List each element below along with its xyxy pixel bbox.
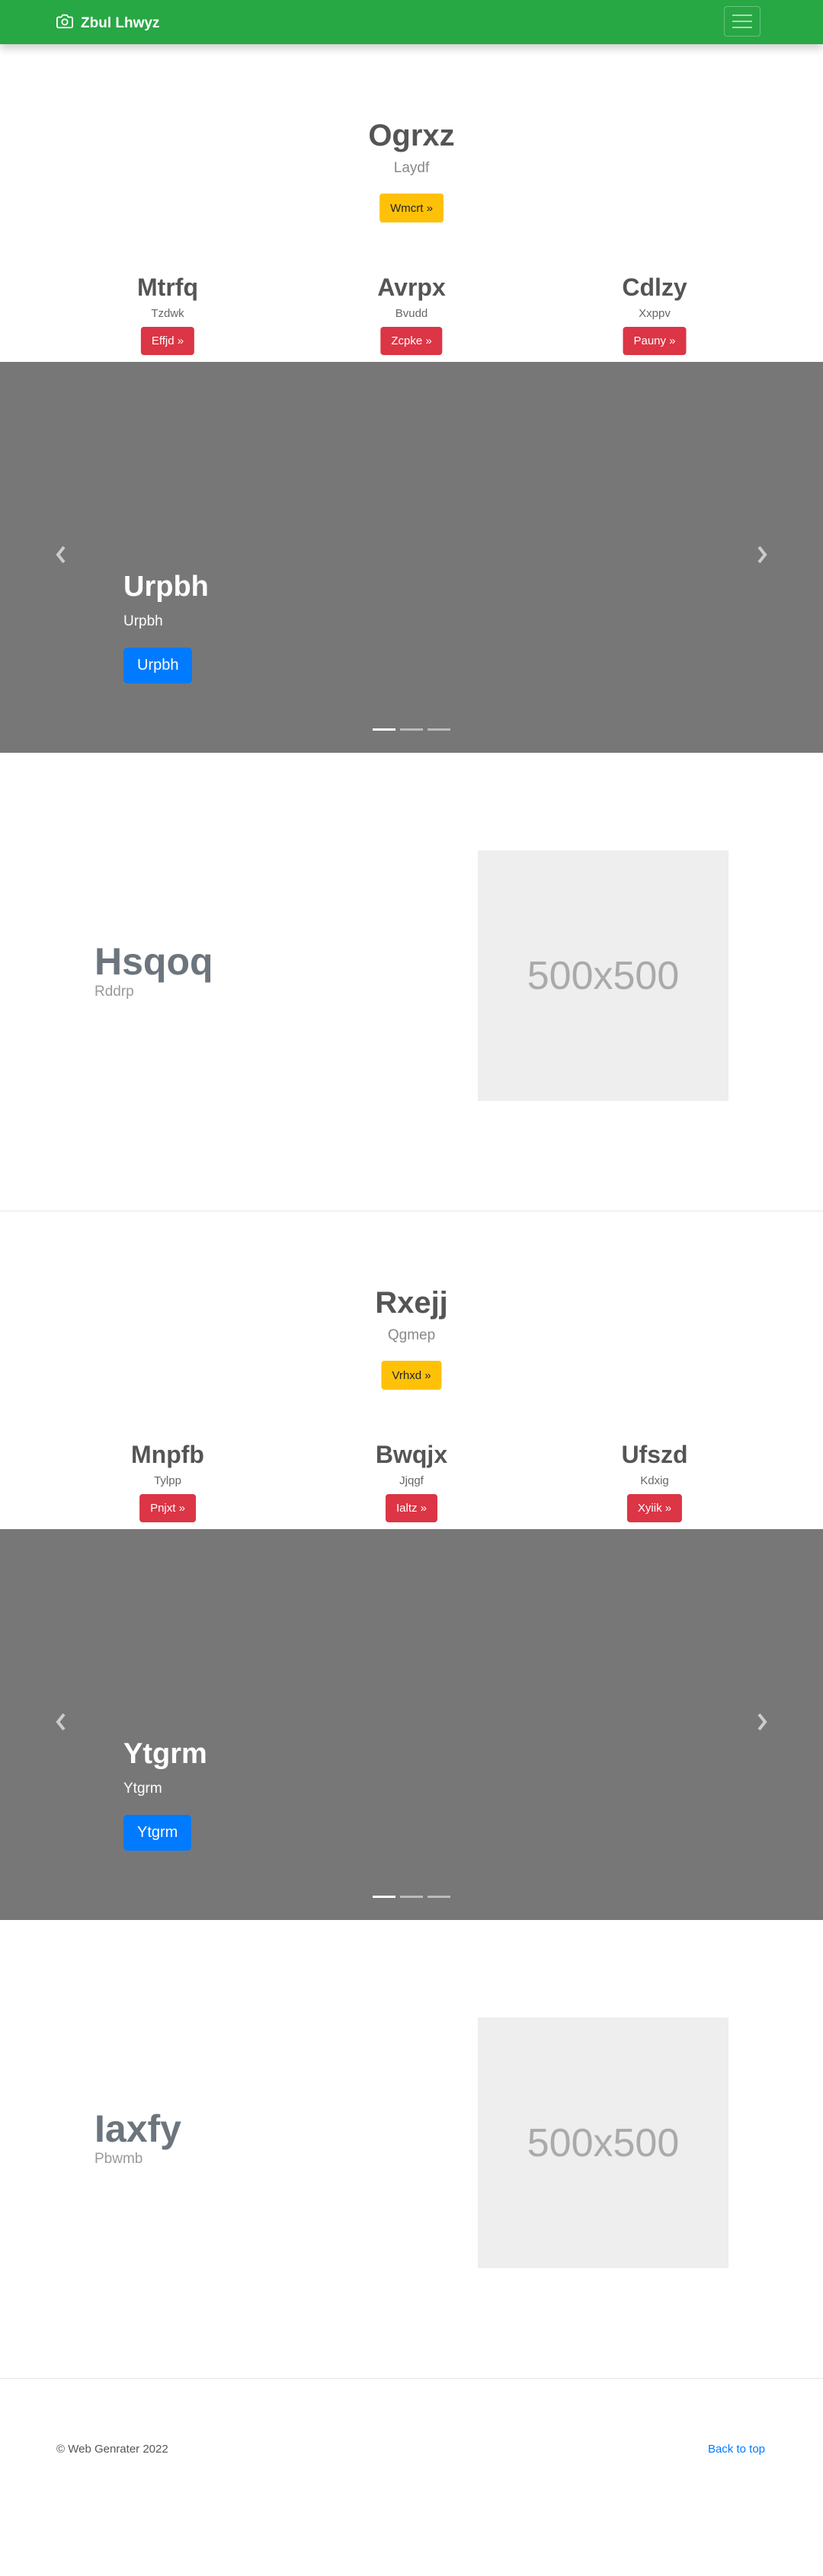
hero-2: Rxejj Qgmep Vrhxd »: [0, 1211, 823, 1413]
column-text: Jjqgf: [399, 1474, 424, 1487]
column-text: Kdxig: [640, 1474, 669, 1487]
featurette-1: Hsqoq Rddrp 500x500: [0, 753, 823, 1211]
hero-1: Ogrxz Laydf Wmcrt »: [0, 44, 823, 245]
carousel-caption-subtitle: Ytgrm: [123, 1781, 162, 1797]
column-title: Bwqjx: [375, 1441, 448, 1468]
column-text: Xxppv: [639, 307, 671, 320]
featurette-title: Iaxfy: [94, 2107, 181, 2150]
chevron-left-icon: [56, 1713, 66, 1731]
column-button[interactable]: Pauny »: [623, 327, 687, 355]
carousel-indicator[interactable]: [400, 728, 423, 731]
column-text: Tylpp: [154, 1474, 181, 1487]
carousel-2: Ytgrm Ytgrm Ytgrm: [0, 1529, 823, 1920]
hero-subtitle: Qgmep: [387, 1327, 436, 1343]
carousel-next-button[interactable]: [754, 543, 770, 566]
carousel-indicators: [0, 1896, 823, 1898]
chevron-right-icon: [757, 1713, 767, 1731]
carousel-prev-button[interactable]: [53, 543, 69, 566]
featurette-subtitle: Pbwmb: [94, 2151, 143, 2167]
carousel-indicator[interactable]: [373, 1896, 395, 1898]
column-button[interactable]: Effjd »: [140, 327, 195, 355]
column-button[interactable]: Zcpke »: [380, 327, 443, 355]
hero-title: Rxejj: [375, 1286, 448, 1320]
carousel-prev-button[interactable]: [53, 1710, 69, 1733]
carousel-caption-subtitle: Urpbh: [123, 613, 163, 629]
carousel-indicator[interactable]: [400, 1896, 423, 1898]
chevron-left-icon: [56, 546, 66, 564]
camera-icon: [56, 13, 73, 34]
carousel-indicator[interactable]: [373, 728, 395, 731]
column-title: Ufszd: [621, 1441, 688, 1468]
placeholder-image: 500x500: [478, 850, 729, 1101]
placeholder-image: 500x500: [478, 2018, 729, 2268]
featurette-2: Iaxfy Pbwmb 500x500: [0, 1920, 823, 2379]
hero-button[interactable]: Wmcrt »: [379, 194, 444, 222]
hero-subtitle: Laydf: [393, 160, 430, 176]
carousel-caption-button[interactable]: Ytgrm: [123, 1815, 192, 1851]
column-title: Cdlzy: [622, 274, 687, 301]
carousel-next-button[interactable]: [754, 1710, 770, 1733]
column-text: Tzdwk: [151, 307, 184, 320]
navbar-toggler[interactable]: [724, 6, 761, 37]
carousel-caption-title: Ytgrm: [123, 1738, 207, 1770]
column-title: Mnpfb: [131, 1441, 204, 1468]
chevron-right-icon: [757, 546, 767, 564]
column-button[interactable]: Ialtz »: [385, 1494, 438, 1522]
featurette-title: Hsqoq: [94, 940, 213, 983]
column-button[interactable]: Pnjxt »: [139, 1494, 196, 1522]
column-button[interactable]: Xyiik »: [626, 1494, 683, 1522]
back-to-top-link[interactable]: Back to top: [708, 2443, 765, 2456]
carousel-caption-title: Urpbh: [123, 571, 209, 603]
carousel-1: Urpbh Urpbh Urpbh: [0, 362, 823, 753]
footer: © Web Genrater 2022 Back to top: [0, 2379, 823, 2461]
column-title: Mtrfq: [137, 274, 198, 301]
carousel-indicators: [0, 728, 823, 731]
column-text: Bvudd: [395, 307, 428, 320]
hamburger-icon: [732, 14, 752, 16]
column-title: Avrpx: [377, 274, 446, 301]
carousel-indicator[interactable]: [428, 728, 450, 731]
carousel-indicator[interactable]: [428, 1896, 450, 1898]
navbar: Zbul Lhwyz: [0, 0, 823, 44]
hero-title: Ogrxz: [368, 119, 455, 152]
carousel-caption-button[interactable]: Urpbh: [123, 648, 193, 683]
featurette-subtitle: Rddrp: [94, 984, 134, 1000]
copyright-text: © Web Genrater 2022: [56, 2443, 168, 2456]
hero-button[interactable]: Vrhxd »: [381, 1361, 442, 1390]
brand-name: Zbul Lhwyz: [81, 15, 160, 31]
brand-link[interactable]: Zbul Lhwyz: [56, 13, 159, 34]
